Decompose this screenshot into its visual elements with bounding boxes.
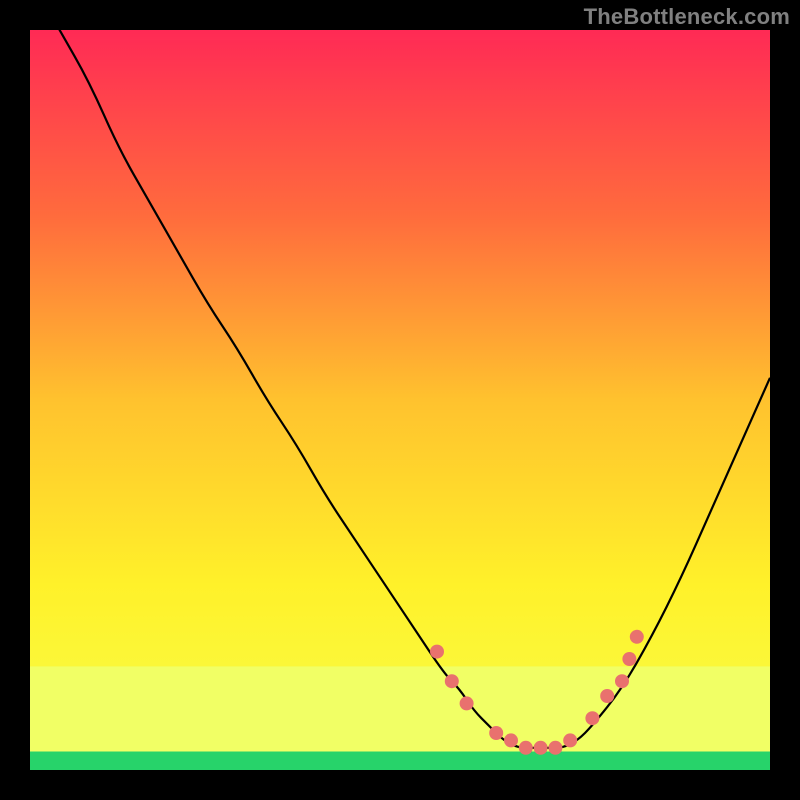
highlight-dot bbox=[630, 630, 644, 644]
highlight-dot bbox=[622, 652, 636, 666]
highlight-dot bbox=[445, 674, 459, 688]
green-band bbox=[30, 752, 770, 771]
highlight-dot bbox=[563, 733, 577, 747]
chart-root: TheBottleneck.com bbox=[0, 0, 800, 800]
watermark-text: TheBottleneck.com bbox=[584, 4, 790, 30]
lime-band bbox=[30, 666, 770, 751]
highlight-dot bbox=[548, 741, 562, 755]
plot-area bbox=[30, 0, 770, 770]
color-bands bbox=[30, 666, 770, 770]
highlight-dot bbox=[489, 726, 503, 740]
highlight-dot bbox=[504, 733, 518, 747]
highlight-dot bbox=[430, 645, 444, 659]
highlight-dot bbox=[519, 741, 533, 755]
highlight-dot bbox=[585, 711, 599, 725]
chart-svg bbox=[0, 0, 800, 800]
highlight-dot bbox=[615, 674, 629, 688]
highlight-dot bbox=[534, 741, 548, 755]
highlight-dot bbox=[460, 696, 474, 710]
highlight-dot bbox=[600, 689, 614, 703]
gradient-fill bbox=[30, 30, 770, 770]
